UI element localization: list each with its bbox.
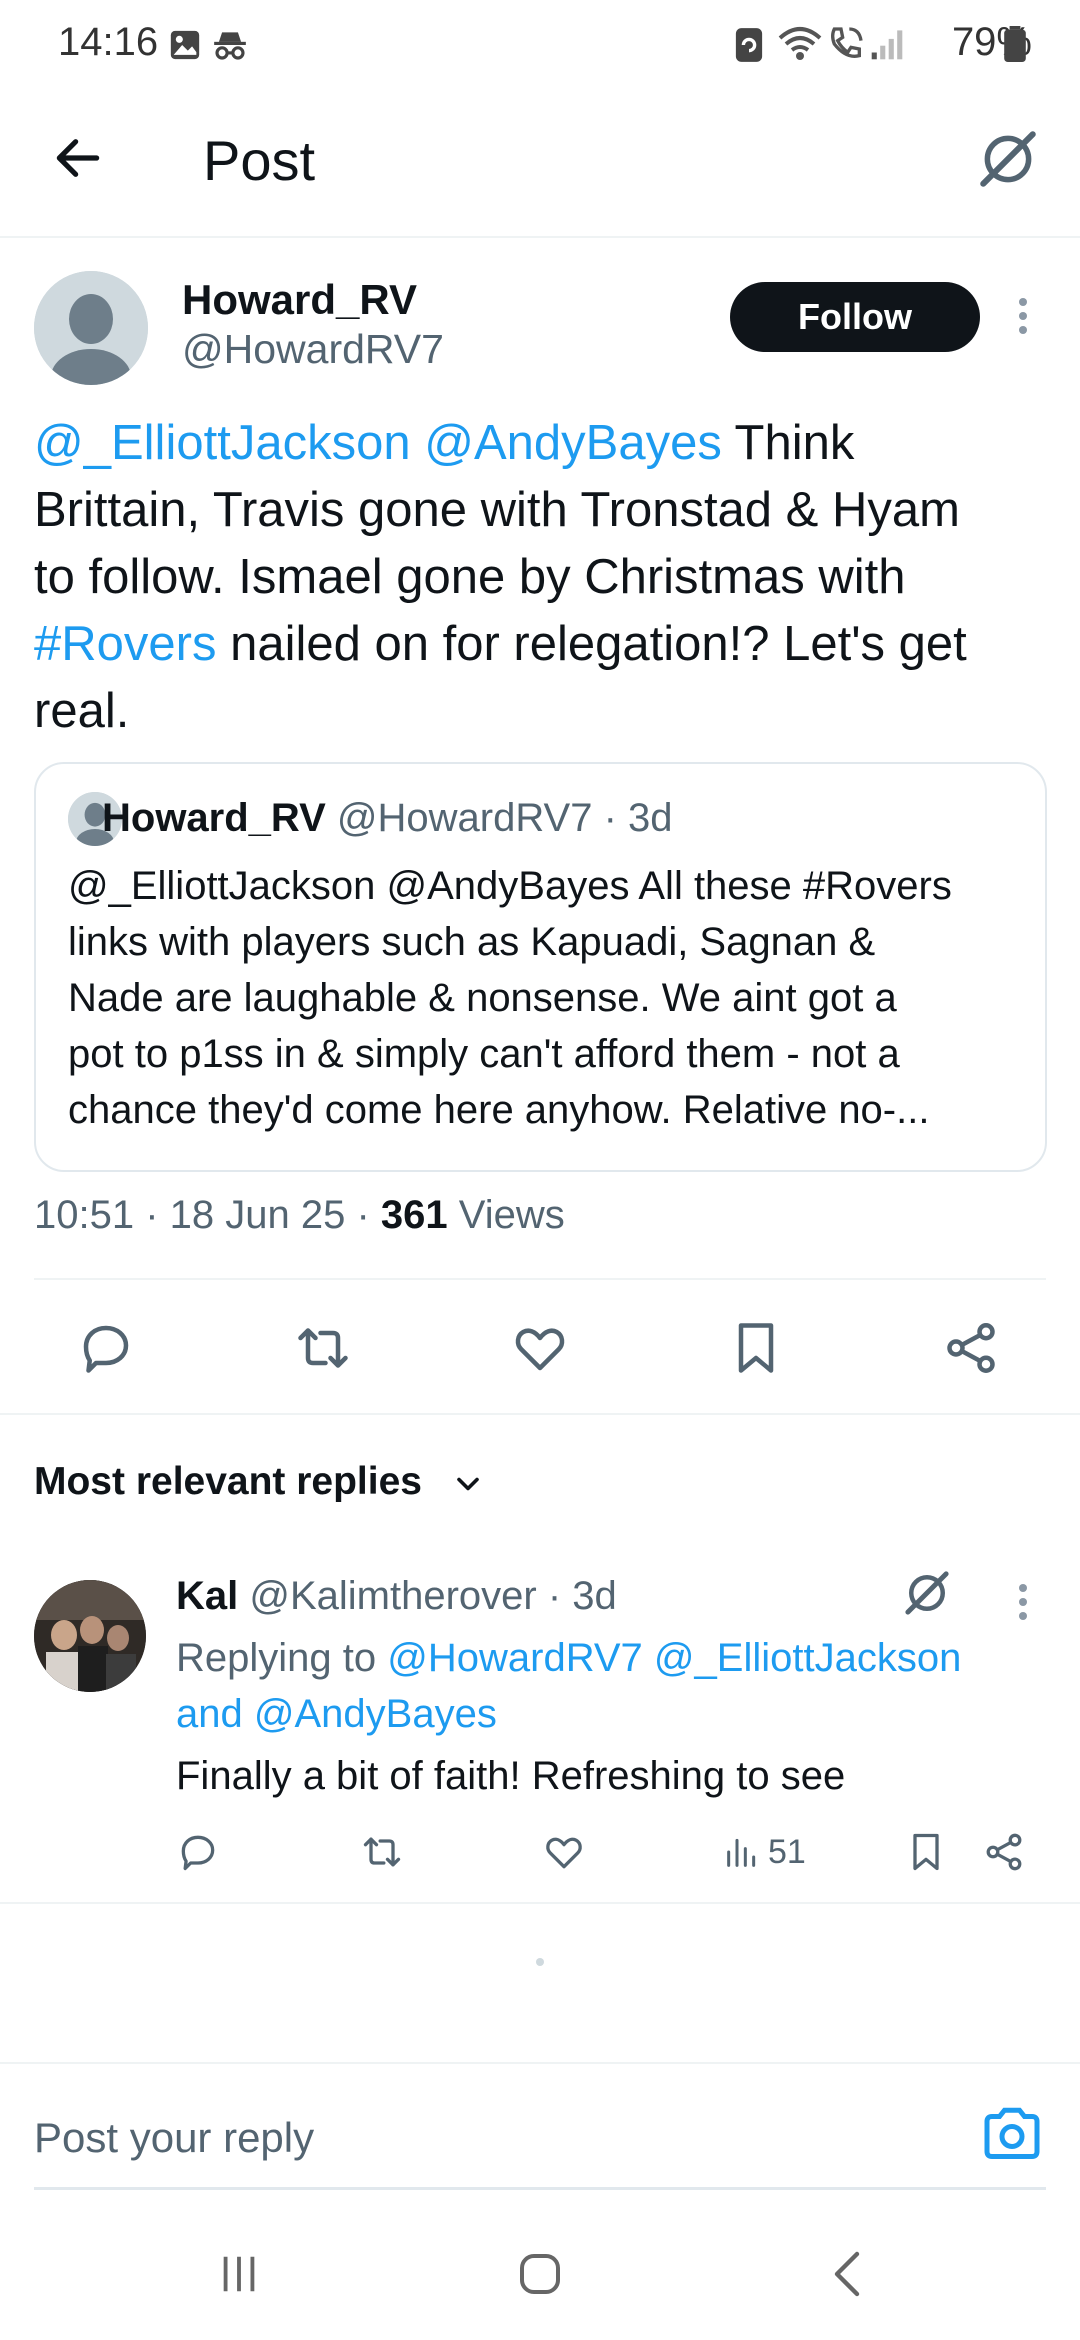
post-date: 18 Jun 25 [169,1193,346,1237]
quoted-text-line: chance they'd come here anyhow. Relative… [68,1088,930,1132]
bookmark-icon[interactable] [726,1318,786,1378]
reply-age: · 3d [547,1574,617,1618]
post-time: 10:51 [34,1193,135,1237]
reply-more-options-icon[interactable] [1018,1584,1028,1626]
battery-icon [1004,26,1026,62]
like-icon[interactable] [510,1318,570,1378]
reply-header: Kal @Kalimtherover · 3d [176,1574,617,1619]
camera-icon[interactable] [982,2106,1042,2162]
share-icon[interactable] [941,1318,1001,1378]
reply-bookmark-icon[interactable] [904,1830,948,1874]
page-title: Post [203,129,316,192]
post-text-segment: to follow. Ismael gone by Christmas with [34,550,906,604]
incognito-icon [210,26,250,64]
chevron-down-icon[interactable] [450,1466,486,1502]
mention-link[interactable]: @_ElliottJackson [654,1636,961,1680]
post-meta: 10:51 · 18 Jun 25 · 361 Views [34,1193,565,1237]
reply-author-avatar[interactable] [34,1580,146,1692]
wifi-call-icon [826,24,866,64]
quoted-author-handle: @HowardRV7 [336,796,593,840]
reply-like-icon[interactable] [542,1830,586,1874]
retweet-icon[interactable] [293,1318,353,1378]
back-arrow-icon[interactable] [50,130,106,186]
reply-author-name[interactable]: Kal [176,1574,238,1618]
mention-link[interactable]: @AndyBayes [254,1692,497,1736]
reply-retweet-icon[interactable] [360,1830,404,1874]
quoted-post-header: Howard_RV @HowardRV7 · 3d [102,796,673,841]
loading-indicator [536,1958,544,1966]
sync-icon [734,26,764,64]
signal-icon [870,26,904,62]
grok-icon[interactable] [975,126,1041,192]
quoted-text-line: @_ElliottJackson @AndyBayes All these #R… [68,864,952,908]
more-options-icon[interactable] [1018,298,1028,340]
reply-views[interactable]: 51 [722,1832,806,1872]
home-icon[interactable] [516,2250,564,2298]
replying-to: Replying to @HowardRV7 @_ElliottJackson … [176,1630,1036,1742]
recent-apps-icon[interactable] [216,2252,262,2296]
post-text-segment: Think [721,416,855,470]
author-avatar[interactable] [34,271,148,385]
replying-and: and [176,1692,243,1736]
mention-link[interactable]: @HowardRV7 [387,1636,643,1680]
reply-share-icon[interactable] [982,1830,1026,1874]
post-text-segment: nailed on for relegation!? Let's get [216,617,967,671]
author-handle[interactable]: @HowardRV7 [182,326,444,373]
wifi-icon [776,24,824,64]
views-icon [722,1832,762,1872]
reply-author-handle[interactable]: @Kalimtherover [249,1574,536,1618]
quoted-post-text: @_ElliottJackson @AndyBayes All these #R… [68,858,1028,1138]
reply-reply-icon[interactable] [176,1830,220,1874]
quoted-text-line: links with players such as Kapuadi, Sagn… [68,920,876,964]
status-time: 14:16 [58,20,159,64]
gallery-icon [168,28,202,62]
post-text-segment: Brittain, Travis gone with Tronstad & Hy… [34,483,960,537]
quoted-text-line: Nade are laughable & nonsense. We aint g… [68,976,897,1020]
reply-text: Finally a bit of faith! Refreshing to se… [176,1754,846,1798]
hashtag-link[interactable]: #Rovers [34,617,216,671]
quoted-post-age: · 3d [603,796,673,840]
back-nav-icon[interactable] [826,2250,868,2298]
post-text: @_ElliottJackson @AndyBayes Think Britta… [34,410,1050,745]
reply-input[interactable]: Post your reply [34,2114,314,2162]
author-name[interactable]: Howard_RV [182,276,417,324]
follow-button[interactable]: Follow [730,282,980,352]
views-count: 361 [380,1193,448,1237]
views-label: Views [458,1193,565,1237]
reply-grok-icon[interactable] [900,1566,954,1620]
replies-sort-heading[interactable]: Most relevant replies [34,1460,422,1504]
mention-link[interactable]: @AndyBayes [424,416,722,470]
reply-views-count: 51 [768,1832,806,1871]
mention-link[interactable]: @_ElliottJackson [34,416,411,470]
quoted-author-name: Howard_RV [102,796,326,840]
replying-to-label: Replying to [176,1636,377,1680]
post-text-segment: real. [34,684,130,738]
quoted-text-line: pot to p1ss in & simply can't afford the… [68,1032,900,1076]
reply-icon[interactable] [76,1318,136,1378]
